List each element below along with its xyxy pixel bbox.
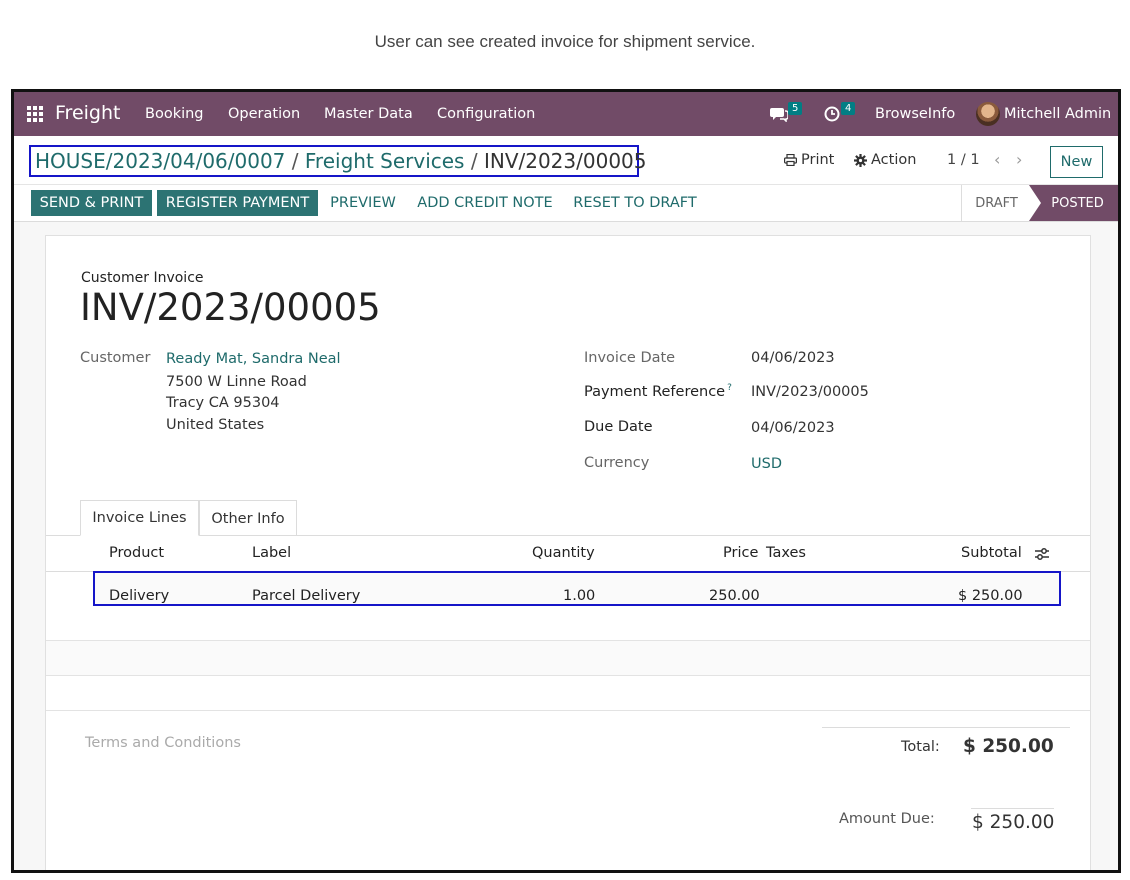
- chat-count-badge: 5: [788, 102, 803, 115]
- user-menu[interactable]: Mitchell Admin: [1004, 106, 1111, 122]
- invoice-date-value[interactable]: 04/06/2023: [751, 350, 835, 366]
- breadcrumb: HOUSE/2023/04/06/0007 / Freight Services…: [29, 145, 647, 177]
- action-button[interactable]: Action: [854, 152, 916, 168]
- due-date-label: Due Date: [584, 419, 653, 435]
- amount-due-value: $ 250.00: [972, 812, 1055, 833]
- menu-configuration[interactable]: Configuration: [437, 106, 535, 122]
- col-quantity[interactable]: Quantity: [532, 545, 595, 561]
- col-taxes[interactable]: Taxes: [766, 545, 806, 561]
- due-date-value[interactable]: 04/06/2023: [751, 420, 835, 436]
- col-product[interactable]: Product: [109, 545, 164, 561]
- document-type: Customer Invoice: [81, 270, 204, 286]
- avatar[interactable]: [976, 102, 1000, 126]
- register-payment-button[interactable]: REGISTER PAYMENT: [157, 190, 318, 216]
- row-label[interactable]: Parcel Delivery: [252, 588, 360, 604]
- total-value: $ 250.00: [963, 736, 1054, 757]
- print-label: Print: [801, 152, 835, 168]
- activity-count-badge: 4: [841, 102, 856, 115]
- invoice-number-title: INV/2023/00005: [80, 286, 381, 329]
- printer-icon: [784, 154, 797, 166]
- row-subtotal: $ 250.00: [958, 588, 1023, 604]
- help-icon[interactable]: ?: [727, 383, 732, 393]
- address-line-1: 7500 W Linne Road: [166, 374, 307, 390]
- preview-button[interactable]: PREVIEW: [327, 190, 399, 216]
- new-button[interactable]: New: [1050, 146, 1103, 178]
- chevron-left-icon[interactable]: ‹: [994, 150, 1000, 169]
- pager-value[interactable]: 1 / 1: [947, 152, 980, 168]
- reset-to-draft-button[interactable]: RESET TO DRAFT: [570, 190, 700, 216]
- total-label: Total:: [901, 739, 940, 755]
- currency-label: Currency: [584, 455, 650, 471]
- app-brand[interactable]: Freight: [55, 102, 120, 124]
- address-line-3: United States: [166, 417, 265, 433]
- payment-reference-value[interactable]: INV/2023/00005: [751, 384, 869, 400]
- empty-row[interactable]: [46, 641, 1090, 676]
- breadcrumb-booking[interactable]: HOUSE/2023/04/06/0007: [35, 149, 285, 173]
- invoice-date-label: Invoice Date: [584, 350, 676, 366]
- col-price[interactable]: Price: [723, 545, 758, 561]
- col-label[interactable]: Label: [252, 545, 291, 561]
- breadcrumb-separator: /: [291, 149, 299, 173]
- tab-invoice-lines[interactable]: Invoice Lines: [80, 500, 199, 536]
- breadcrumb-freight-services[interactable]: Freight Services: [305, 149, 465, 173]
- customer-link[interactable]: Ready Mat, Sandra Neal: [166, 351, 341, 367]
- breadcrumb-current: INV/2023/00005: [483, 149, 647, 173]
- row-product[interactable]: Delivery: [109, 588, 169, 604]
- app-window: Freight Booking Operation Master Data Co…: [11, 89, 1121, 873]
- control-panel: HOUSE/2023/04/06/0007 / Freight Services…: [14, 136, 1118, 185]
- invoice-sheet: Customer Invoice INV/2023/00005 Customer…: [45, 235, 1091, 870]
- page-caption: User can see created invoice for shipmen…: [374, 32, 756, 51]
- gear-icon: [854, 153, 867, 167]
- row-price[interactable]: 250.00: [709, 588, 760, 604]
- breadcrumb-separator: /: [470, 149, 478, 173]
- print-button[interactable]: Print: [784, 152, 834, 168]
- status-bar: SEND & PRINT REGISTER PAYMENT PREVIEW AD…: [14, 185, 1118, 222]
- payment-reference-label-text: Payment Reference: [584, 383, 726, 400]
- address-line-2: Tracy CA 95304: [166, 395, 280, 411]
- apps-menu-icon[interactable]: [27, 106, 43, 122]
- amount-due-divider: [971, 808, 1054, 809]
- amount-due-label: Amount Due:: [839, 811, 935, 827]
- empty-row[interactable]: [46, 676, 1090, 711]
- stage-posted[interactable]: POSTED: [1029, 185, 1118, 221]
- menu-operation[interactable]: Operation: [228, 106, 300, 122]
- top-navbar: Freight Booking Operation Master Data Co…: [14, 92, 1118, 136]
- company-switcher[interactable]: BrowseInfo: [875, 106, 955, 122]
- menu-booking[interactable]: Booking: [145, 106, 204, 122]
- action-label: Action: [871, 152, 917, 168]
- activity-clock-icon[interactable]: [824, 106, 840, 122]
- row-quantity[interactable]: 1.00: [563, 588, 595, 604]
- total-divider: [822, 727, 1070, 728]
- chat-icon[interactable]: [770, 106, 788, 122]
- add-credit-note-button[interactable]: ADD CREDIT NOTE: [414, 190, 556, 216]
- stage-draft[interactable]: DRAFT: [961, 185, 1031, 221]
- currency-value[interactable]: USD: [751, 456, 782, 472]
- col-subtotal[interactable]: Subtotal: [961, 545, 1022, 561]
- customer-label: Customer: [80, 350, 151, 366]
- chevron-right-icon[interactable]: ›: [1016, 150, 1022, 169]
- menu-master-data[interactable]: Master Data: [324, 106, 413, 122]
- column-settings-icon[interactable]: [1034, 547, 1050, 561]
- send-print-button[interactable]: SEND & PRINT: [31, 190, 152, 216]
- empty-row[interactable]: [46, 606, 1090, 641]
- tab-other-info[interactable]: Other Info: [199, 500, 297, 536]
- terms-input[interactable]: Terms and Conditions: [85, 735, 241, 751]
- payment-reference-label: Payment Reference?: [584, 383, 732, 400]
